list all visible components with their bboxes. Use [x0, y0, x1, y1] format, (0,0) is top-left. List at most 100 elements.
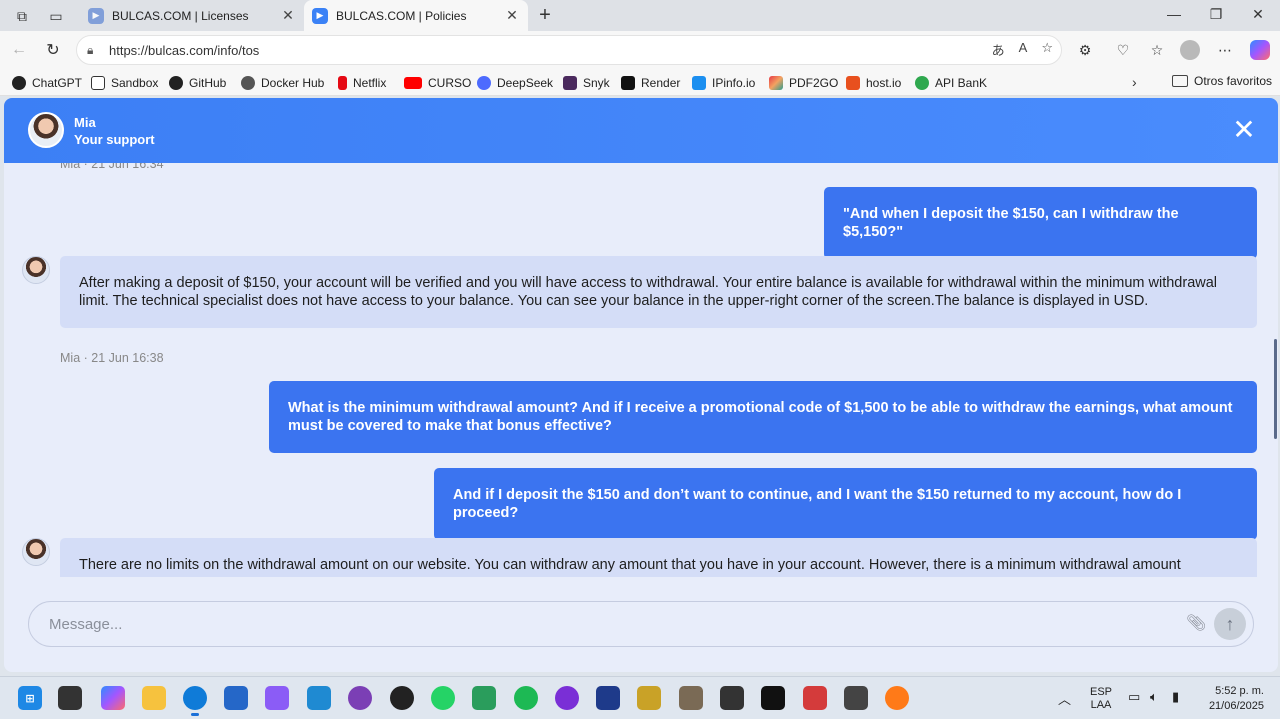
message-meta: Mia · 21 Jun 16:38: [60, 351, 164, 365]
netflix-icon: [338, 76, 347, 90]
sticky-notes-icon[interactable]: [761, 686, 785, 710]
app-icon[interactable]: [637, 686, 661, 710]
inkscape-icon[interactable]: [720, 686, 744, 710]
composer: 📎︎ ↑: [4, 577, 1278, 672]
vscode-icon[interactable]: [307, 686, 331, 710]
message-input[interactable]: [49, 615, 1149, 633]
close-tab-icon[interactable]: ✕: [280, 7, 296, 24]
favorites-icon[interactable]: ☆: [1146, 39, 1168, 61]
profile-avatar[interactable]: [1180, 40, 1200, 60]
github-desktop-icon[interactable]: [348, 686, 372, 710]
bookmark-label: Docker Hub: [261, 76, 325, 90]
bookmark-pdf2go[interactable]: PDF2GO: [769, 74, 838, 92]
tab-title: BULCAS.COM | Licenses: [112, 8, 249, 23]
paperclip-icon[interactable]: 📎︎: [1186, 613, 1206, 633]
bookmark-host-io[interactable]: host.io: [846, 74, 901, 92]
windows-start-icon[interactable]: ⊞: [18, 686, 42, 710]
gimp-icon[interactable]: [679, 686, 703, 710]
snyk-icon: [563, 76, 577, 90]
bookmarks-bar: ChatGPT Sandbox GitHub Docker Hub Netfli…: [0, 69, 1280, 96]
bookmark-label: Netflix: [353, 76, 387, 90]
bookmark-docker-hub[interactable]: Docker Hub: [241, 74, 324, 92]
bookmark-snyk[interactable]: Snyk: [563, 74, 610, 92]
chevron-right-icon[interactable]: ›: [1132, 74, 1137, 90]
new-tab-icon[interactable]: +: [535, 4, 555, 27]
back-icon[interactable]: ←: [8, 39, 30, 61]
close-tab-icon[interactable]: ✕: [504, 7, 520, 24]
network-icon[interactable]: ▭: [1128, 689, 1140, 705]
clock[interactable]: 5:52 p. m. 21/06/2025: [1196, 684, 1264, 714]
read-aloud-icon[interactable]: A: [1019, 40, 1028, 59]
vs-icon[interactable]: [472, 686, 496, 710]
site-favicon-icon: ▶: [312, 7, 328, 24]
chevron-up-icon[interactable]: ︿: [1058, 689, 1071, 708]
bookmark-api-bank[interactable]: API BanK: [915, 74, 987, 92]
chatgpt-app-icon[interactable]: [390, 686, 414, 710]
pycharm-icon[interactable]: [596, 686, 620, 710]
spotify-icon[interactable]: [514, 686, 538, 710]
store-icon[interactable]: [224, 686, 248, 710]
bookmark-chatgpt[interactable]: ChatGPT: [12, 74, 82, 92]
window-close-icon[interactable]: ✕: [1248, 6, 1268, 23]
time-label: 5:52 p. m.: [1215, 685, 1264, 697]
agent-avatar: [22, 538, 50, 566]
proton-vpn-icon[interactable]: [265, 686, 289, 710]
copilot-app-icon[interactable]: [101, 686, 125, 710]
bookmark-label: Render: [641, 76, 681, 90]
language-label: ESP: [1089, 686, 1112, 698]
scrollbar[interactable]: [1274, 339, 1277, 439]
date-label: 21/06/2025: [1208, 700, 1264, 712]
agent-avatar: [28, 112, 64, 148]
browser-essentials-icon[interactable]: ♡: [1112, 39, 1134, 61]
site-favicon-icon: ▶: [88, 7, 104, 24]
copilot-icon[interactable]: [1250, 40, 1270, 60]
edge-icon[interactable]: [183, 686, 207, 716]
whatsapp-icon[interactable]: [431, 686, 455, 710]
file-explorer-icon[interactable]: [142, 686, 166, 710]
more-menu-icon[interactable]: ⋯: [1214, 39, 1236, 61]
close-chat-icon[interactable]: ✕: [1232, 116, 1256, 144]
bookmark-ipinfo[interactable]: IPinfo.io: [692, 74, 755, 92]
bookmark-label: API BanK: [935, 76, 988, 90]
bookmark-label: Snyk: [583, 76, 610, 90]
minimize-icon[interactable]: —: [1164, 6, 1184, 22]
workspaces-icon[interactable]: ⧉: [12, 6, 32, 26]
chatgpt-icon: [12, 76, 26, 90]
render-icon: [621, 76, 635, 90]
battery-icon[interactable]: ▮: [1172, 689, 1179, 705]
chat-header: Mia Your support ✕: [4, 98, 1278, 163]
lock-icon: 🔒︎: [87, 42, 94, 57]
url-text: https://bulcas.com/info/tos: [109, 42, 260, 58]
tor-browser-icon[interactable]: [555, 686, 579, 710]
input-language[interactable]: ESP LAA: [1088, 686, 1114, 712]
task-view-icon[interactable]: [58, 686, 82, 710]
extensions-icon[interactable]: ⚙: [1074, 39, 1096, 61]
translate-icon[interactable]: あ: [992, 40, 1005, 59]
bookmark-sandbox[interactable]: Sandbox: [91, 74, 158, 92]
favorite-star-icon[interactable]: ☆: [1041, 40, 1053, 59]
bookmark-label: Sandbox: [111, 76, 159, 90]
folder-icon: [1172, 75, 1188, 87]
address-bar-row: ← ↻ 🔒︎ https://bulcas.com/info/tos あ A ☆…: [0, 31, 1280, 69]
game-app-icon[interactable]: [844, 686, 868, 710]
maximize-icon[interactable]: ❐: [1206, 6, 1226, 23]
tab-strip: ⧉ ▭ ▶ BULCAS.COM | Licenses ✕ ▶ BULCAS.C…: [0, 0, 1280, 31]
volume-icon[interactable]: 🔈︎: [1150, 689, 1158, 705]
bookmark-netflix[interactable]: Netflix: [338, 74, 386, 92]
firefox-icon[interactable]: [885, 686, 909, 710]
bookmark-render[interactable]: Render: [621, 74, 680, 92]
page-content: Mia Your support ✕ Mia · 21 Jun 16:34 "A…: [0, 96, 1280, 676]
other-bookmarks-folder[interactable]: Otros favoritos: [1172, 74, 1272, 88]
host-io-icon: [846, 76, 860, 90]
github-icon: [169, 76, 183, 90]
tab-policies[interactable]: ▶ BULCAS.COM | Policies ✕: [304, 0, 528, 31]
bookmark-deepseek[interactable]: DeepSeek: [477, 74, 553, 92]
url-field[interactable]: 🔒︎ https://bulcas.com/info/tos あ A ☆: [76, 35, 1062, 65]
bookmark-github[interactable]: GitHub: [169, 74, 226, 92]
reload-icon[interactable]: ↻: [42, 39, 64, 61]
bookmark-curso[interactable]: CURSO: [404, 74, 471, 92]
photo-app-icon[interactable]: [803, 686, 827, 710]
tab-licenses[interactable]: ▶ BULCAS.COM | Licenses ✕: [80, 0, 304, 31]
send-button[interactable]: ↑: [1214, 608, 1246, 640]
tab-actions-icon[interactable]: ▭: [46, 6, 66, 26]
